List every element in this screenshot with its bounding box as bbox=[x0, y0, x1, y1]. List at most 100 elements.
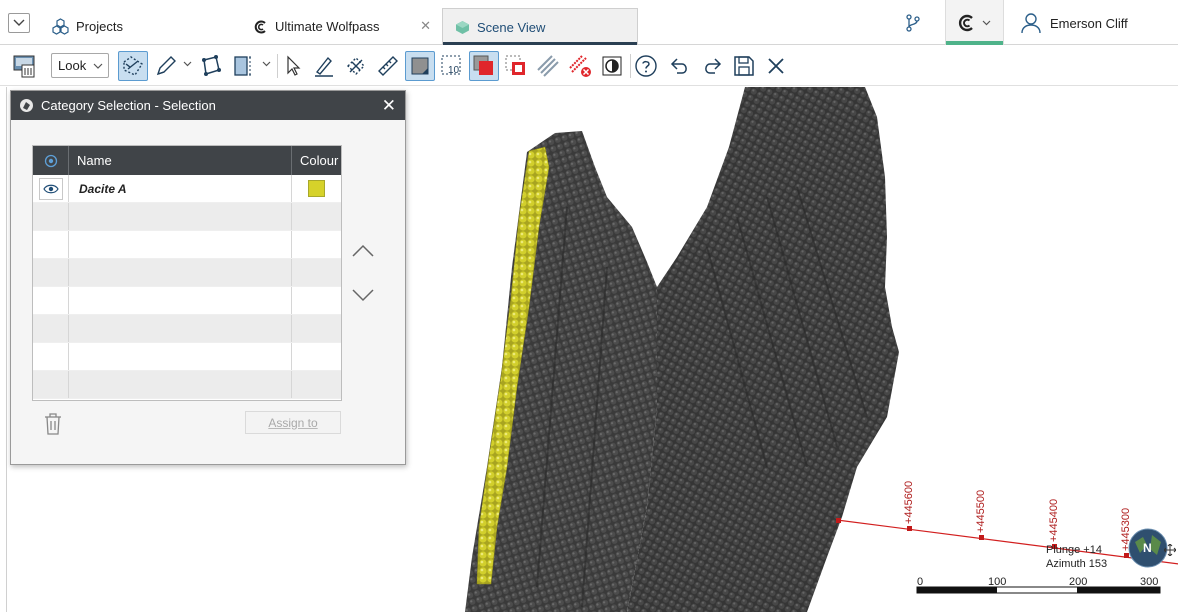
scale-bar bbox=[916, 586, 1161, 594]
plane-icon bbox=[234, 56, 251, 76]
box-select-button[interactable] bbox=[405, 51, 435, 81]
hatch-remove-button[interactable] bbox=[565, 51, 595, 81]
close-button[interactable] bbox=[761, 51, 791, 81]
name-column-header[interactable]: Name bbox=[69, 146, 292, 175]
polyline-button[interactable] bbox=[196, 51, 226, 81]
colour-swatch[interactable] bbox=[308, 180, 325, 197]
chevron-down-icon[interactable] bbox=[183, 60, 192, 68]
visibility-cell[interactable] bbox=[33, 175, 69, 202]
move-down-button[interactable] bbox=[351, 287, 375, 306]
red-deselect-icon bbox=[505, 55, 525, 75]
hatch-icon bbox=[537, 55, 559, 77]
visibility-toggle-icon bbox=[44, 154, 57, 167]
app-logo-icon bbox=[19, 98, 34, 113]
svg-text:10: 10 bbox=[448, 65, 460, 76]
contrast-button[interactable] bbox=[597, 51, 627, 81]
draw-line-icon bbox=[315, 56, 333, 77]
rock-body-right bbox=[627, 87, 899, 612]
dialog-close-button[interactable]: ✕ bbox=[382, 96, 396, 116]
chevron-up-icon bbox=[352, 244, 374, 257]
scale-label: 0 bbox=[917, 576, 924, 588]
redo-button[interactable] bbox=[697, 51, 727, 81]
scene-toolbar: Look 10 bbox=[0, 46, 1178, 119]
table-row bbox=[33, 231, 341, 259]
table-body: Dacite A bbox=[33, 175, 341, 399]
north-indicator: N bbox=[1143, 541, 1152, 555]
view-mode-select[interactable]: Look bbox=[51, 53, 109, 78]
category-table: Name Colour Dacite A bbox=[32, 145, 342, 401]
close-icon bbox=[768, 58, 784, 74]
chevron-down-icon[interactable] bbox=[262, 60, 271, 68]
tab-projects[interactable]: Projects bbox=[52, 8, 123, 45]
table-row bbox=[33, 343, 341, 371]
delete-button[interactable] bbox=[44, 413, 62, 438]
branch-icon[interactable] bbox=[905, 14, 921, 35]
projects-icon bbox=[52, 18, 69, 35]
tab-project[interactable]: Ultimate Wolfpass ✕ bbox=[254, 8, 439, 45]
northing-label: +445400 bbox=[1048, 498, 1060, 542]
move-up-button[interactable] bbox=[351, 243, 375, 262]
colour-cell[interactable] bbox=[292, 175, 341, 202]
assign-to-button[interactable]: Assign to bbox=[245, 411, 341, 434]
table-header: Name Colour bbox=[33, 146, 341, 175]
tab-bar: Projects Ultimate Wolfpass ✕ Scene View … bbox=[0, 0, 1178, 45]
category-name: Dacite A bbox=[69, 175, 292, 202]
red-select-button[interactable] bbox=[469, 51, 499, 81]
colour-column-header[interactable]: Colour bbox=[292, 146, 341, 175]
chevron-down-icon bbox=[93, 63, 103, 69]
grid-10-button[interactable]: 10 bbox=[437, 51, 467, 81]
erase-all-icon bbox=[13, 55, 35, 78]
select-arrow-icon bbox=[287, 55, 301, 76]
scale-label: 200 bbox=[1069, 576, 1088, 588]
draw-tool-button[interactable] bbox=[151, 51, 181, 81]
ruler-button[interactable] bbox=[373, 51, 403, 81]
northing-label: +445600 bbox=[903, 480, 915, 524]
red-deselect-button[interactable] bbox=[501, 51, 531, 81]
seequent-logo-icon bbox=[254, 20, 268, 34]
table-row[interactable]: Dacite A bbox=[33, 175, 341, 203]
tab-scene-view-label: Scene View bbox=[477, 19, 546, 35]
user-icon bbox=[1021, 13, 1041, 34]
table-row bbox=[33, 287, 341, 315]
chevron-down-icon bbox=[352, 289, 374, 302]
help-button[interactable] bbox=[631, 51, 661, 81]
table-row bbox=[33, 203, 341, 231]
northing-label: +445500 bbox=[975, 489, 987, 533]
visibility-header[interactable] bbox=[33, 146, 69, 175]
main-menu-button[interactable] bbox=[8, 13, 30, 33]
save-button[interactable] bbox=[729, 51, 759, 81]
scene-cube-icon bbox=[455, 20, 470, 35]
tab-project-label: Ultimate Wolfpass bbox=[275, 19, 380, 34]
red-select-icon bbox=[473, 55, 493, 75]
dialog-title-bar[interactable]: Category Selection - Selection ✕ bbox=[11, 91, 405, 120]
hatch-remove-icon bbox=[569, 55, 591, 77]
move-handle-icon[interactable] bbox=[1163, 543, 1177, 559]
polygon-button[interactable] bbox=[341, 51, 371, 81]
select-arrow-button[interactable] bbox=[278, 51, 308, 81]
draw-line-button[interactable] bbox=[309, 51, 339, 81]
tab-close-button[interactable]: ✕ bbox=[420, 18, 431, 34]
erase-all-button[interactable] bbox=[10, 51, 40, 81]
pencil-icon bbox=[156, 56, 176, 76]
slice-icon bbox=[123, 56, 143, 76]
chevron-down-icon bbox=[13, 19, 25, 26]
dialog-title: Category Selection - Selection bbox=[41, 98, 216, 113]
trash-icon bbox=[45, 413, 61, 435]
save-icon bbox=[734, 56, 754, 76]
contrast-icon bbox=[602, 56, 622, 76]
eye-icon bbox=[42, 184, 59, 193]
northing-label: +445300 bbox=[1120, 507, 1132, 551]
plane-button[interactable] bbox=[228, 51, 258, 81]
user-name: Emerson Cliff bbox=[1050, 15, 1128, 31]
seequent-menu-button[interactable] bbox=[945, 0, 1004, 45]
tab-projects-label: Projects bbox=[76, 19, 123, 34]
tab-scene-view[interactable]: Scene View bbox=[442, 8, 638, 45]
slice-button[interactable] bbox=[118, 51, 148, 81]
visibility-toggle[interactable] bbox=[38, 177, 63, 200]
scale-label: 300 bbox=[1140, 576, 1159, 588]
box-select-icon bbox=[411, 57, 429, 75]
user-menu[interactable]: Emerson Cliff bbox=[1020, 12, 1128, 34]
hatch-button[interactable] bbox=[533, 51, 563, 81]
azimuth-readout: Azimuth 153 bbox=[1046, 558, 1108, 570]
undo-button[interactable] bbox=[665, 51, 695, 81]
